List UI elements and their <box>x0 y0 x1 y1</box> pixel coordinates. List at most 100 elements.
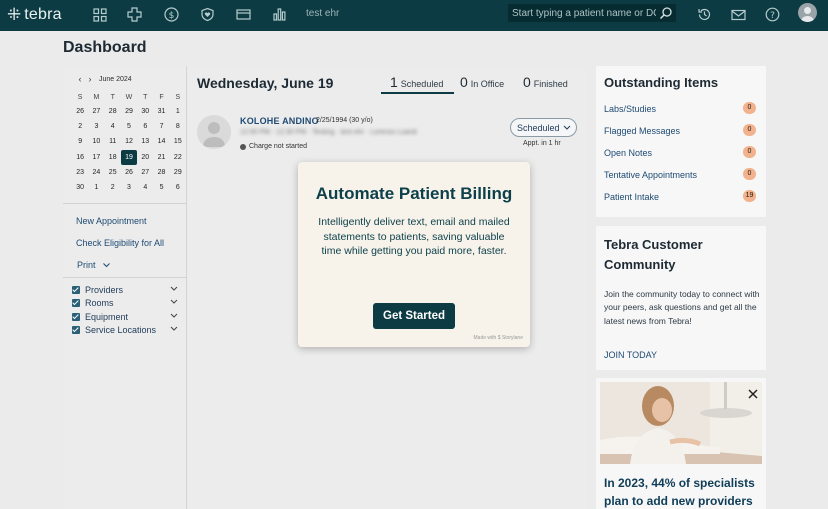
calendar-day[interactable]: 25 <box>105 165 121 180</box>
calendar-day[interactable]: 1 <box>170 104 186 119</box>
calendar-day[interactable]: 5 <box>121 119 137 134</box>
calendar-day[interactable]: 6 <box>137 119 153 134</box>
calendar-day[interactable]: 19 <box>120 149 138 165</box>
bar-chart-icon[interactable] <box>271 6 288 23</box>
calendar-day[interactable]: 7 <box>153 119 169 134</box>
calendar-day[interactable]: 14 <box>153 134 169 149</box>
card-icon[interactable] <box>235 6 252 23</box>
calendar-day[interactable]: 28 <box>153 165 169 180</box>
chevron-down-icon[interactable] <box>170 286 178 292</box>
weekday-label: S <box>175 94 181 101</box>
outstanding-item-tentative[interactable]: Tentative Appointments 0 <box>604 168 756 180</box>
tab-scheduled[interactable]: 1 Scheduled <box>390 74 443 90</box>
patient-search-input[interactable] <box>512 6 656 20</box>
calendar-day[interactable]: 21 <box>153 150 169 165</box>
calendar-day[interactable]: 26 <box>72 104 88 119</box>
outstanding-item-open-notes[interactable]: Open Notes 0 <box>604 146 756 158</box>
calendar-day[interactable]: 18 <box>105 150 121 165</box>
calendar-day[interactable]: 11 <box>105 134 121 149</box>
chevron-down-icon[interactable] <box>170 313 178 319</box>
get-started-button[interactable]: Get Started <box>373 303 455 329</box>
calendar-day[interactable]: 10 <box>88 134 104 149</box>
mail-icon[interactable] <box>730 6 747 23</box>
calendar-day[interactable]: 3 <box>88 119 104 134</box>
outstanding-item-intake[interactable]: Patient Intake 19 <box>604 190 756 202</box>
heart-shield-icon[interactable] <box>199 6 216 23</box>
calendar-day[interactable]: 20 <box>137 150 153 165</box>
tab-in-office[interactable]: 0 In Office <box>460 74 504 90</box>
calendar-day[interactable]: 13 <box>137 134 153 149</box>
weekday-label: T <box>110 94 115 101</box>
chevron-down-icon[interactable] <box>170 299 178 305</box>
calendar-day[interactable]: 15 <box>170 134 186 149</box>
calendar-day[interactable]: 8 <box>170 119 186 134</box>
join-today-link[interactable]: JOIN TODAY <box>604 350 657 360</box>
calendar-day[interactable]: 28 <box>105 104 121 119</box>
checkbox-checked-icon[interactable] <box>72 299 80 307</box>
weekday-label: T <box>143 94 148 101</box>
dollar-icon[interactable]: $ <box>163 6 180 23</box>
calendar-day[interactable]: 16 <box>72 150 88 165</box>
appointment-status-dropdown[interactable]: Scheduled <box>510 118 577 137</box>
calendar-day[interactable]: 27 <box>137 165 153 180</box>
grid-icon[interactable] <box>91 6 108 23</box>
close-icon[interactable] <box>747 387 759 399</box>
divider <box>63 203 187 204</box>
checkbox-checked-icon[interactable] <box>72 286 80 294</box>
checkbox-checked-icon[interactable] <box>72 313 80 321</box>
calendar-day[interactable]: 2 <box>105 180 121 195</box>
chevron-down-icon[interactable] <box>170 326 178 332</box>
outstanding-item-labs[interactable]: Labs/Studies 0 <box>604 102 756 114</box>
outstanding-item-label: Tentative Appointments <box>604 170 698 180</box>
calendar-day[interactable]: 1 <box>88 180 104 195</box>
check-eligibility-link[interactable]: Check Eligibility for All <box>76 238 164 248</box>
calendar-day[interactable]: 4 <box>137 180 153 195</box>
history-icon[interactable] <box>696 6 713 23</box>
patient-search[interactable] <box>508 4 676 22</box>
checkbox-checked-icon[interactable] <box>72 326 80 334</box>
calendar-day[interactable]: 17 <box>88 150 104 165</box>
account-label[interactable]: test ehr <box>306 8 339 19</box>
user-avatar[interactable] <box>798 3 817 22</box>
calendar-day[interactable]: 26 <box>121 165 137 180</box>
calendar-day[interactable]: 23 <box>72 165 88 180</box>
tebra-logo[interactable]: ⁜ tebra <box>7 5 62 25</box>
new-appointment-link[interactable]: New Appointment <box>76 216 147 226</box>
calendar-day[interactable]: 24 <box>88 165 104 180</box>
chevron-down-icon <box>563 125 571 130</box>
tab-finished[interactable]: 0 Finished <box>523 74 568 90</box>
calendar-days: 26 27 28 29 30 31 1 2 3 4 5 6 7 8 9 10 11 12 13 14 15 16 17 18 1… <box>72 104 186 195</box>
calendar-day[interactable]: 22 <box>170 150 186 165</box>
search-icon[interactable] <box>659 6 673 20</box>
top-navigation-bar: ⁜ tebra $ test ehr ? <box>0 0 828 31</box>
next-month-icon[interactable]: › <box>85 74 95 84</box>
plus-cross-icon[interactable] <box>126 6 143 23</box>
calendar-day[interactable]: 30 <box>72 180 88 195</box>
calendar-day[interactable]: 2 <box>72 119 88 134</box>
calendar-day[interactable]: 12 <box>121 134 137 149</box>
filter-label: Service Locations <box>85 325 157 335</box>
calendar-day[interactable]: 29 <box>121 104 137 119</box>
promo-headline[interactable]: In 2023, 44% of specialists plan to add … <box>604 474 764 509</box>
calendar-day[interactable]: 9 <box>72 134 88 149</box>
filter-service-locations[interactable]: Service Locations <box>72 325 178 335</box>
prev-month-icon[interactable]: ‹ <box>75 74 85 84</box>
help-icon[interactable]: ? <box>764 6 781 23</box>
calendar-day[interactable]: 27 <box>88 104 104 119</box>
calendar-day[interactable]: 6 <box>170 180 186 195</box>
calendar-day[interactable]: 30 <box>137 104 153 119</box>
stat-label: In Office <box>470 79 505 89</box>
outstanding-item-flagged[interactable]: Flagged Messages 0 <box>604 124 756 136</box>
calendar-day[interactable]: 4 <box>105 119 121 134</box>
calendar-day[interactable]: 31 <box>153 104 169 119</box>
calendar-day[interactable]: 3 <box>121 180 137 195</box>
patient-name-link[interactable]: KOLOHE ANDINO <box>240 116 319 126</box>
calendar-week: 16 17 18 19 20 21 22 <box>72 149 186 165</box>
filter-rooms[interactable]: Rooms <box>72 298 178 308</box>
filter-providers[interactable]: Providers <box>72 285 178 295</box>
filter-equipment[interactable]: Equipment <box>72 312 178 322</box>
calendar-day[interactable]: 29 <box>170 165 186 180</box>
calendar-day[interactable]: 5 <box>153 180 169 195</box>
stat-count: 0 <box>460 74 468 90</box>
print-menu[interactable]: Print <box>77 260 110 270</box>
